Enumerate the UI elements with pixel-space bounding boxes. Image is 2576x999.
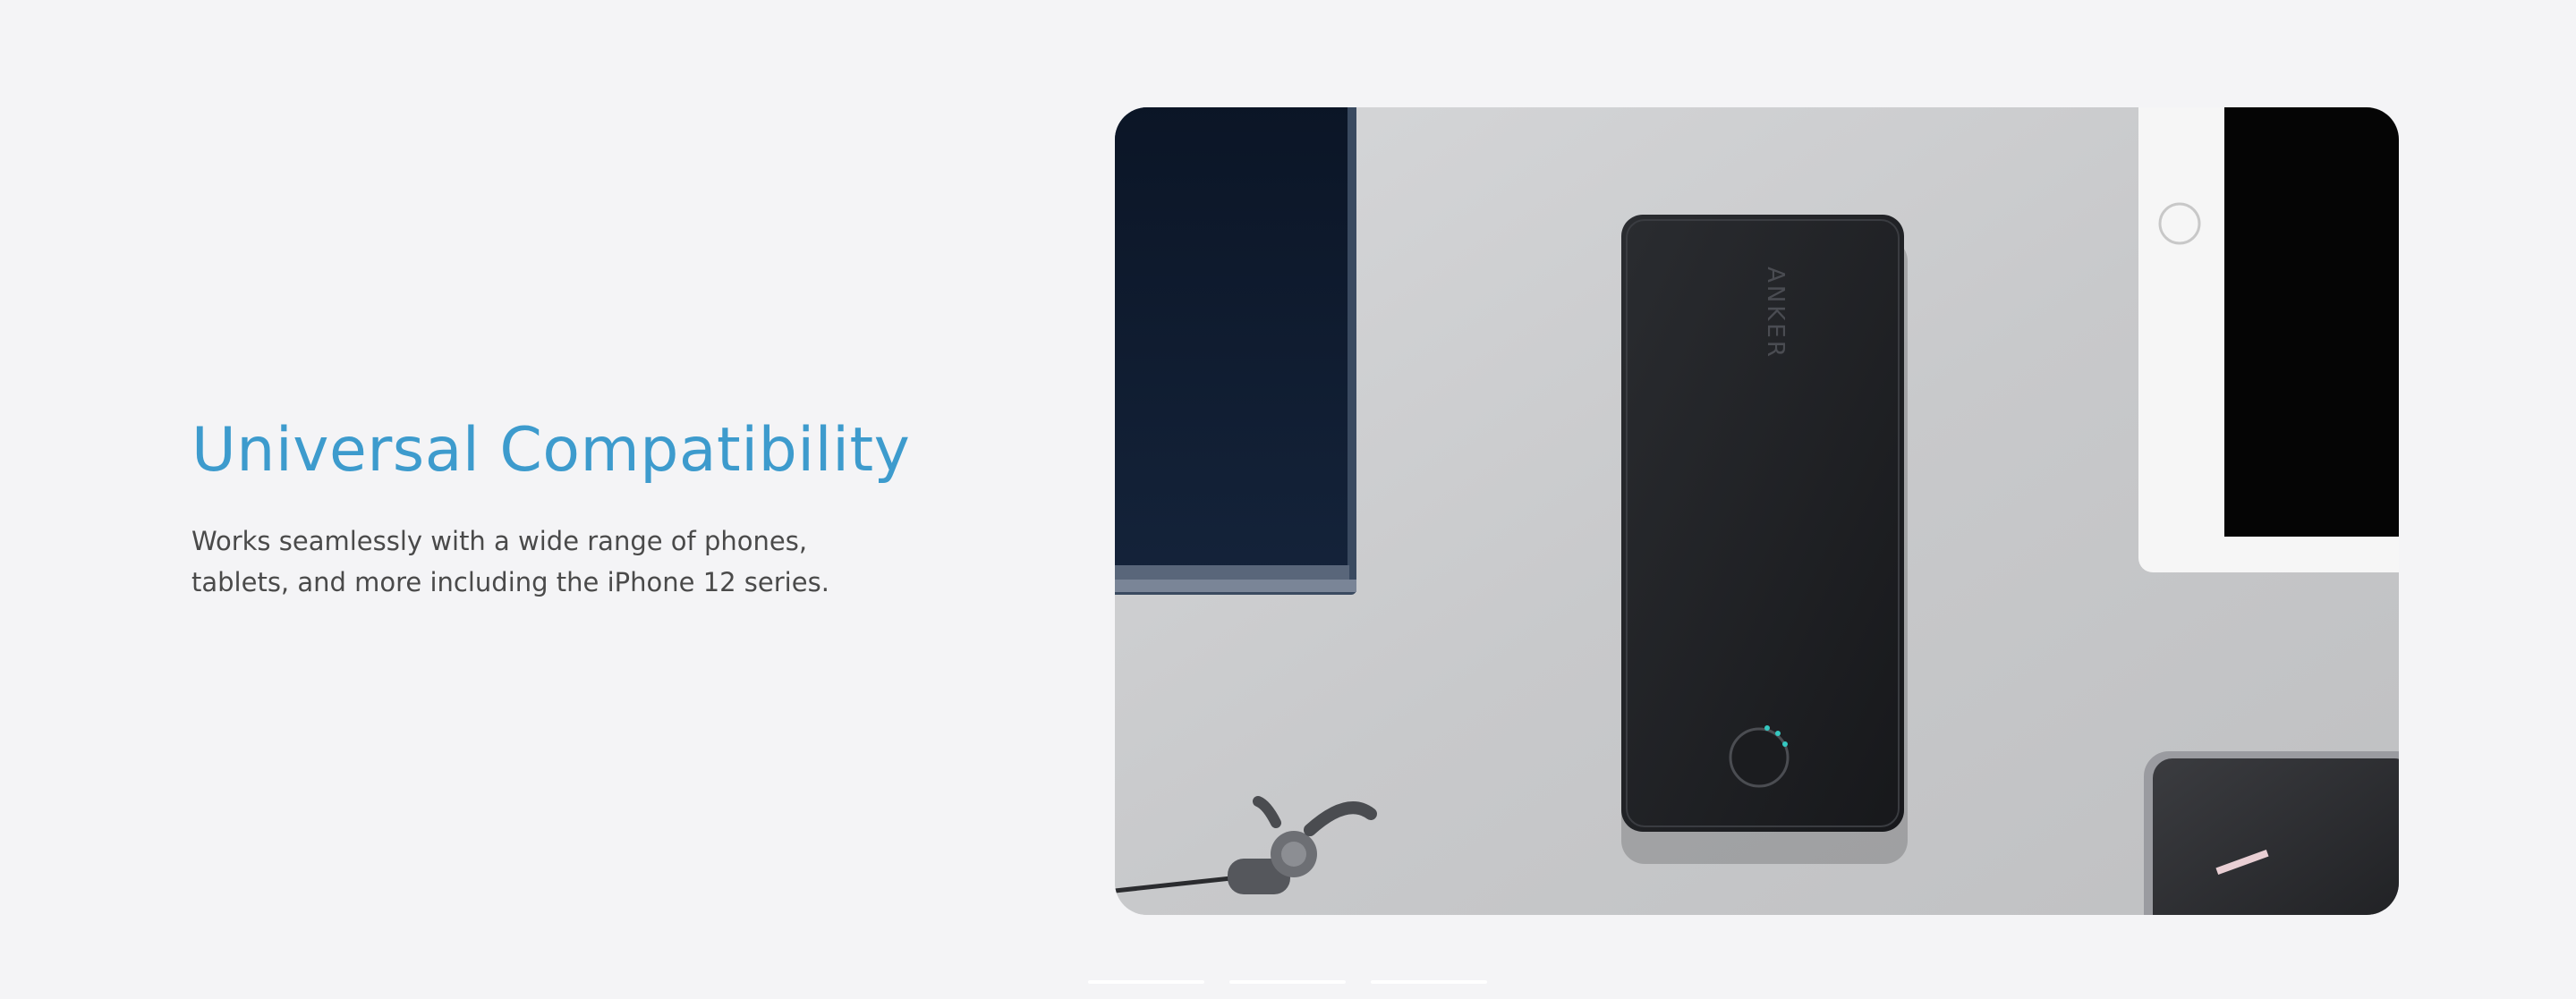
feature-section: Universal Compatibility Works seamlessly… — [0, 0, 2576, 999]
smartphone — [2144, 751, 2399, 915]
power-bank: ANKER — [1621, 215, 1904, 832]
power-button-icon — [1729, 727, 1790, 788]
white-tablet — [2138, 107, 2399, 572]
description-line-1: Works seamlessly with a wide range of ph… — [191, 526, 808, 556]
feature-description: Works seamlessly with a wide range of ph… — [191, 521, 925, 603]
description-line-2: tablets, and more including the iPhone 1… — [191, 567, 829, 597]
product-photo: ANKER — [1115, 107, 2399, 915]
feature-heading: Universal Compatibility — [191, 415, 911, 486]
carousel-dot[interactable] — [1371, 980, 1487, 984]
carousel-indicators — [1088, 980, 1487, 984]
brand-logo: ANKER — [1762, 267, 1789, 360]
dark-tablet — [1115, 107, 1356, 595]
feature-text: Universal Compatibility Works seamlessly… — [191, 413, 1086, 603]
carousel-dot[interactable] — [1229, 980, 1346, 984]
carousel-dot[interactable] — [1088, 980, 1204, 984]
